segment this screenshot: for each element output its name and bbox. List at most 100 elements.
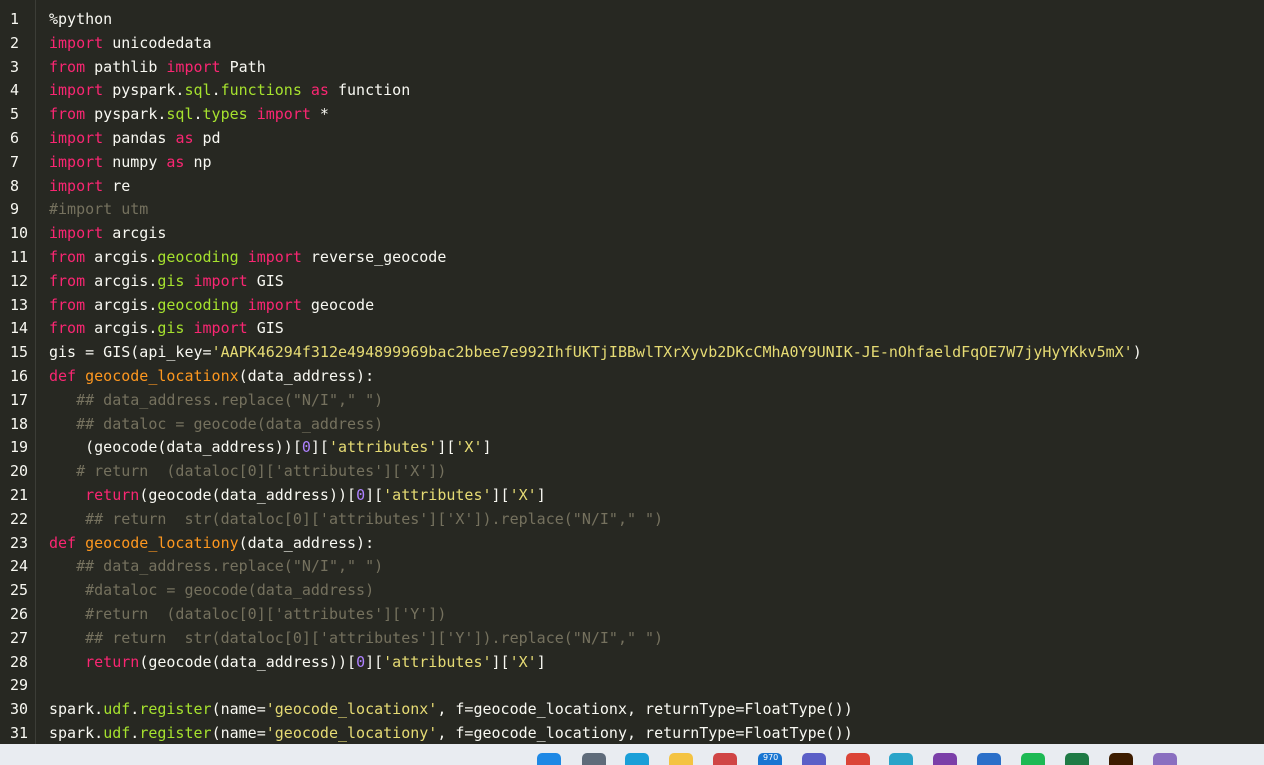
line-number: 16 xyxy=(10,367,29,385)
code-line[interactable]: ## return str(dataloc[0]['attributes']['… xyxy=(49,508,663,532)
mail-app-icon[interactable]: 970 xyxy=(758,753,782,765)
line-number: 21 xyxy=(10,486,29,504)
code-token: return xyxy=(85,652,140,671)
code-token: . xyxy=(130,700,140,719)
line-number: 25 xyxy=(10,581,29,600)
code-token: import xyxy=(247,248,302,266)
code-token: (geocode(data_address))[ xyxy=(49,438,302,457)
code-token: pandas xyxy=(103,129,176,147)
task-view-icon[interactable] xyxy=(582,753,606,765)
illustrator-icon[interactable] xyxy=(1109,753,1133,765)
code-line[interactable]: import numpy as np xyxy=(49,151,212,175)
code-line[interactable]: #dataloc = geocode(data_address) xyxy=(49,579,374,603)
code-token: import xyxy=(49,81,104,100)
line-number: 15 xyxy=(10,343,29,362)
code-line[interactable]: spark.udf.register(name='geocode_locatio… xyxy=(49,722,853,744)
code-token: import xyxy=(49,129,104,147)
line-number: 18 xyxy=(10,414,29,433)
code-token: np xyxy=(184,152,212,171)
code-token: from xyxy=(49,57,86,76)
code-token: geocode_locationx xyxy=(85,367,239,385)
line-number: 14 xyxy=(10,319,29,338)
code-line[interactable]: (geocode(data_address))[0]['attributes']… xyxy=(49,436,491,460)
code-line[interactable]: return(geocode(data_address))[0]['attrib… xyxy=(49,651,546,675)
excel-icon[interactable] xyxy=(1065,753,1089,765)
code-line[interactable]: %python xyxy=(49,8,112,32)
code-line[interactable]: gis = GIS(api_key='AAPK46294f312e4948999… xyxy=(49,341,1142,365)
code-token: #dataloc = geocode(data_address) xyxy=(49,581,375,600)
code-token: #import utm xyxy=(49,200,149,219)
code-token: pyspark. xyxy=(85,105,167,124)
code-line[interactable]: from pyspark.sql.types import * xyxy=(49,103,329,127)
code-token: #return (dataloc[0]['attributes']['Y']) xyxy=(49,605,447,623)
code-token: %python xyxy=(49,10,113,28)
code-line[interactable]: # return (dataloc[0]['attributes']['X']) xyxy=(49,460,446,484)
code-token: as xyxy=(310,81,329,100)
code-line[interactable]: from arcgis.geocoding import reverse_geo… xyxy=(49,246,446,270)
code-token: import xyxy=(247,295,302,314)
code-token: arcgis. xyxy=(85,295,158,314)
file-explorer-icon[interactable] xyxy=(669,753,693,765)
code-token: arcgis. xyxy=(85,248,158,266)
windows-start-icon[interactable] xyxy=(537,753,561,765)
code-line[interactable]: def geocode_locationx(data_address): xyxy=(49,365,374,389)
code-token: ## data_address.replace("N/I"," ") xyxy=(49,557,384,576)
code-line[interactable]: ## dataloc = geocode(data_address) xyxy=(49,413,383,437)
edge-browser-icon[interactable] xyxy=(625,753,649,765)
code-token: pathlib xyxy=(85,57,167,76)
edge-dev-icon[interactable] xyxy=(889,753,913,765)
code-line[interactable]: import pyspark.sql.functions as function xyxy=(49,79,410,103)
code-token: 'X' xyxy=(509,652,537,671)
code-token: * xyxy=(310,105,329,124)
code-line[interactable]: return(geocode(data_address))[0]['attrib… xyxy=(49,484,546,508)
chrome-icon[interactable] xyxy=(846,753,870,765)
code-line[interactable]: from arcgis.gis import GIS xyxy=(49,270,284,294)
code-line[interactable]: import unicodedata xyxy=(49,32,212,56)
teams-icon[interactable] xyxy=(802,753,826,765)
code-line[interactable]: import pandas as pd xyxy=(49,127,221,151)
code-line[interactable]: import arcgis xyxy=(49,222,166,246)
code-token: pd xyxy=(193,129,221,147)
code-line[interactable]: from arcgis.gis import GIS xyxy=(49,317,284,341)
code-token: geocode_locationy xyxy=(85,533,239,552)
code-line[interactable]: from arcgis.geocoding import geocode xyxy=(49,294,374,318)
code-token: udf xyxy=(103,700,131,719)
code-line[interactable]: from pathlib import Path xyxy=(49,56,266,80)
code-token: arcgis xyxy=(103,224,167,243)
code-line[interactable]: ## data_address.replace("N/I"," ") xyxy=(49,389,383,413)
code-token: ][ xyxy=(491,486,510,504)
code-line[interactable]: spark.udf.register(name='geocode_locatio… xyxy=(49,698,853,722)
code-line[interactable]: import re xyxy=(49,175,130,199)
code-token: 0 xyxy=(356,486,366,504)
code-line[interactable]: def geocode_locationy(data_address): xyxy=(49,532,374,556)
calendar-app-icon[interactable] xyxy=(977,753,1001,765)
code-token: 'X' xyxy=(455,438,483,457)
code-line[interactable]: ## return str(dataloc[0]['attributes']['… xyxy=(49,627,663,651)
onenote-icon[interactable] xyxy=(933,753,957,765)
code-token: 'X' xyxy=(509,486,537,504)
code-token: from xyxy=(49,319,86,338)
code-line[interactable]: ## data_address.replace("N/I"," ") xyxy=(49,555,383,579)
code-line[interactable]: #return (dataloc[0]['attributes']['Y']) xyxy=(49,603,446,627)
code-token: import xyxy=(49,224,104,243)
spotify-icon[interactable] xyxy=(1021,753,1045,765)
code-line[interactable]: #import utm xyxy=(49,198,148,222)
code-token: (data_address): xyxy=(238,533,375,552)
code-token: import xyxy=(49,33,104,52)
line-number: 8 xyxy=(10,176,20,195)
code-token: gis = GIS(api_key= xyxy=(49,343,212,362)
code-token: (geocode(data_address))[ xyxy=(139,652,357,671)
other-app-icon[interactable] xyxy=(1153,753,1177,765)
code-token: # return (dataloc[0]['attributes']['X']) xyxy=(49,462,447,481)
code-editor[interactable]: 1 2 3 4 5 6 7 8 9 10 11 12 13 14 15 16 17 18 19 20 21 22 23 24 2… xyxy=(0,0,1264,744)
code-token: def xyxy=(49,367,77,385)
code-token: GIS xyxy=(247,271,284,290)
document-app-icon[interactable] xyxy=(713,753,737,765)
code-token: 'attributes' xyxy=(383,652,492,671)
line-number: 1 xyxy=(10,10,20,28)
code-token: as xyxy=(175,129,194,147)
